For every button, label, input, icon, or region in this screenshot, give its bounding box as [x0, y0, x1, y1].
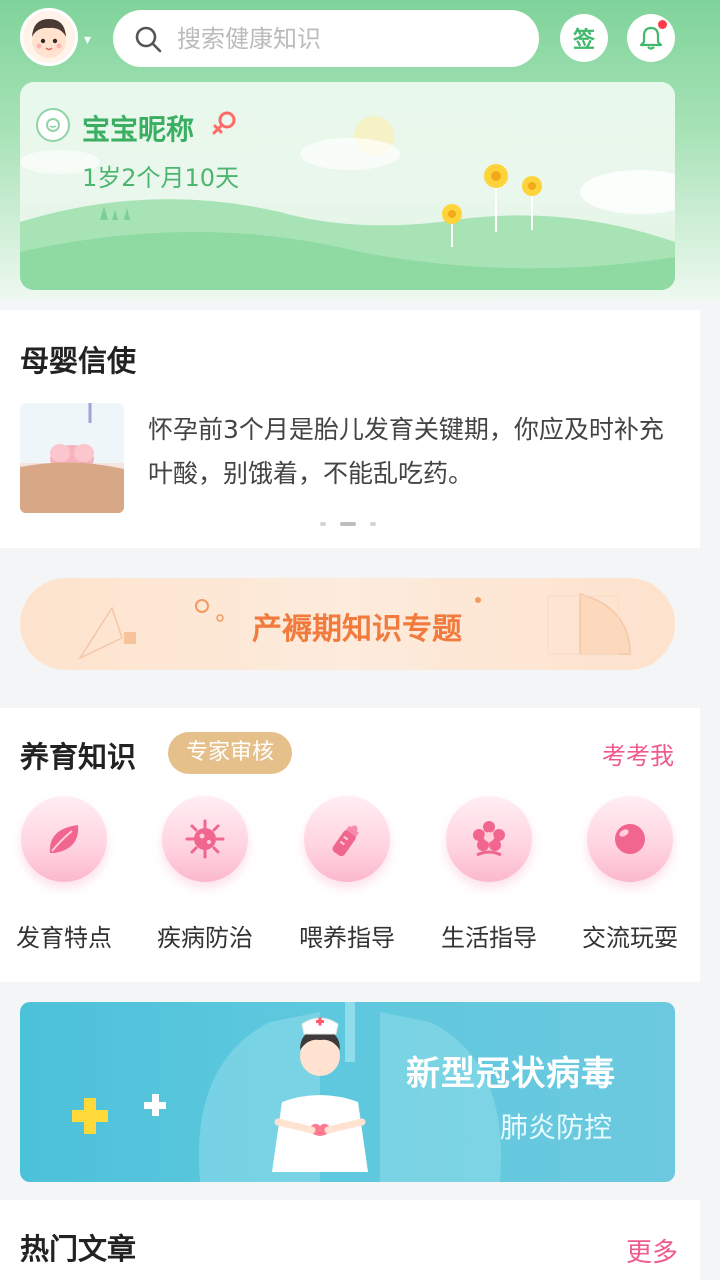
ball-icon [587, 796, 673, 882]
baby-name: 宝宝昵称 [82, 113, 195, 146]
sign-in-button[interactable]: 签 [560, 14, 608, 62]
virus-icon [162, 796, 248, 882]
category-label: 疾病防治 [157, 924, 253, 952]
category-label: 发育特点 [16, 924, 112, 952]
covid-prevention-banner[interactable]: 新型冠状病毒 肺炎防控 [20, 1002, 675, 1182]
baby-age: 1岁2个月10天 [82, 164, 240, 192]
female-icon [212, 111, 236, 135]
postpartum-topic-banner[interactable]: 产褥期知识专题 [20, 578, 675, 670]
category-play[interactable]: 交流玩耍 [568, 796, 692, 966]
expert-badge: 专家审核 [168, 732, 293, 774]
messenger-title: 母婴信使 [20, 344, 137, 378]
category-label: 生活指导 [441, 924, 537, 952]
category-lifestyle[interactable]: 生活指导 [427, 796, 551, 966]
parenting-knowledge-section: 养育知识 专家审核 考考我 发育特点 疾病防治 喂养指导 生活指导 交流玩耍 [0, 708, 700, 982]
category-label: 交流玩耍 [582, 924, 678, 952]
category-label: 喂养指导 [299, 924, 395, 952]
leaf-icon [21, 796, 107, 882]
flower-icon [446, 796, 532, 882]
hot-articles-section: 热门文章 更多 [0, 1200, 700, 1280]
baby-profile-card[interactable]: 宝宝昵称 1岁2个月10天 [20, 82, 675, 290]
carousel-dot-active [340, 522, 356, 526]
unread-dot [658, 20, 667, 29]
topic-label: 产褥期知识专题 [252, 612, 462, 647]
chevron-down-icon: ▾ [84, 32, 92, 48]
header-area: ▾ 签 [0, 0, 720, 300]
quiz-link[interactable]: 考考我 [602, 736, 674, 771]
messenger-message[interactable]: 怀孕前3个月是胎儿发育关键期，你应及时补充叶酸，别饿着，不能乱吃药。 [148, 408, 688, 496]
covid-section: 新型冠状病毒 肺炎防控 [0, 984, 700, 1198]
messenger-thumbnail[interactable] [20, 403, 124, 513]
carousel-indicator [320, 522, 376, 526]
notification-button[interactable] [627, 14, 675, 62]
more-link[interactable]: 更多 [626, 1232, 678, 1269]
growth-icon [36, 108, 70, 142]
search-icon [135, 26, 162, 52]
covid-title: 新型冠状病毒 [406, 1054, 616, 1094]
search-bar[interactable] [113, 10, 539, 67]
bottle-icon [304, 796, 390, 882]
messenger-section: 母婴信使 怀孕前3个月是胎儿发育关键期，你应及时补充叶酸，别饿着，不能乱吃药。 [0, 310, 700, 548]
category-feeding[interactable]: 喂养指导 [285, 796, 409, 966]
topic-section: 产褥期知识专题 [0, 548, 700, 706]
search-input[interactable] [177, 24, 517, 53]
carousel-dot [370, 522, 376, 526]
avatar [20, 8, 78, 66]
avatar-switcher[interactable]: ▾ [20, 8, 100, 68]
covid-subtitle: 肺炎防控 [500, 1111, 613, 1144]
category-development[interactable]: 发育特点 [2, 796, 126, 966]
knowledge-title: 养育知识 [20, 740, 137, 774]
carousel-dot [320, 522, 326, 526]
sign-in-label: 签 [572, 28, 595, 53]
category-disease[interactable]: 疾病防治 [143, 796, 267, 966]
hot-articles-title: 热门文章 [20, 1232, 137, 1266]
